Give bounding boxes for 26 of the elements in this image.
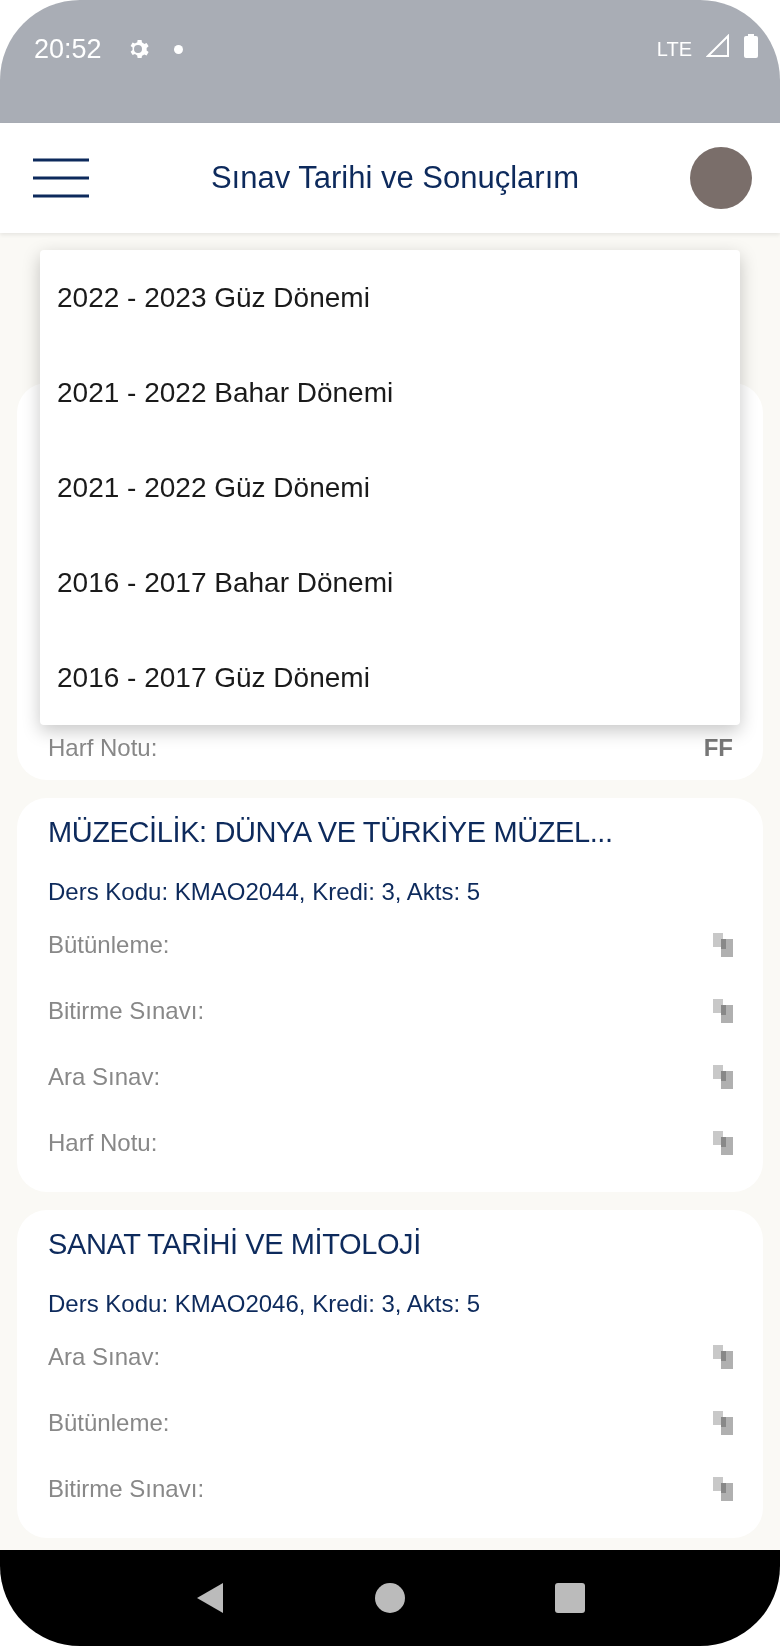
grade-label: Bitirme Sınavı:: [48, 997, 205, 1025]
course-info: Ders Kodu: KMAO2044, Kredi: 3, Akts: 5: [48, 877, 482, 907]
status-time: 20:52: [34, 34, 102, 64]
grade-label: Harf Notu:: [48, 734, 158, 762]
grade-label: Harf Notu:: [48, 1129, 158, 1157]
course-title: MÜZECİLİK: DÜNYA VE TÜRKİYE MÜZEL...: [48, 815, 614, 850]
home-icon[interactable]: [375, 1583, 405, 1613]
term-option[interactable]: 2016 - 2017 Güz Dönemi: [40, 630, 740, 725]
grade-label: Bitirme Sınavı:: [48, 1475, 205, 1503]
network-label: LTE: [656, 37, 692, 62]
course-info: Ders Kodu: KMAO2046, Kredi: 3, Akts: 5: [48, 1289, 482, 1319]
screen-title: Sınav Tarihi ve Sonuçlarım: [209, 160, 581, 196]
term-option[interactable]: 2016 - 2017 Bahar Dönemi: [40, 535, 740, 630]
notification-dot-icon: [173, 45, 183, 54]
term-option[interactable]: 2022 - 2023 Güz Dönemi: [40, 250, 740, 345]
grade-label: Ara Sınav:: [48, 1343, 161, 1371]
back-icon[interactable]: [195, 1581, 225, 1615]
grade-label: Bütünleme:: [48, 1409, 170, 1437]
grade-label: Ara Sınav:: [48, 1063, 161, 1091]
grade-label: Bütünleme:: [48, 931, 170, 959]
battery-icon: [744, 34, 758, 58]
signal-icon: [706, 34, 730, 58]
grade-value: FF: [703, 734, 733, 762]
term-option[interactable]: 2021 - 2022 Güz Dönemi: [40, 440, 740, 535]
course-title: SANAT TARİHİ VE MİTOLOJİ: [48, 1227, 422, 1262]
term-option[interactable]: 2021 - 2022 Bahar Dönemi: [40, 345, 740, 440]
